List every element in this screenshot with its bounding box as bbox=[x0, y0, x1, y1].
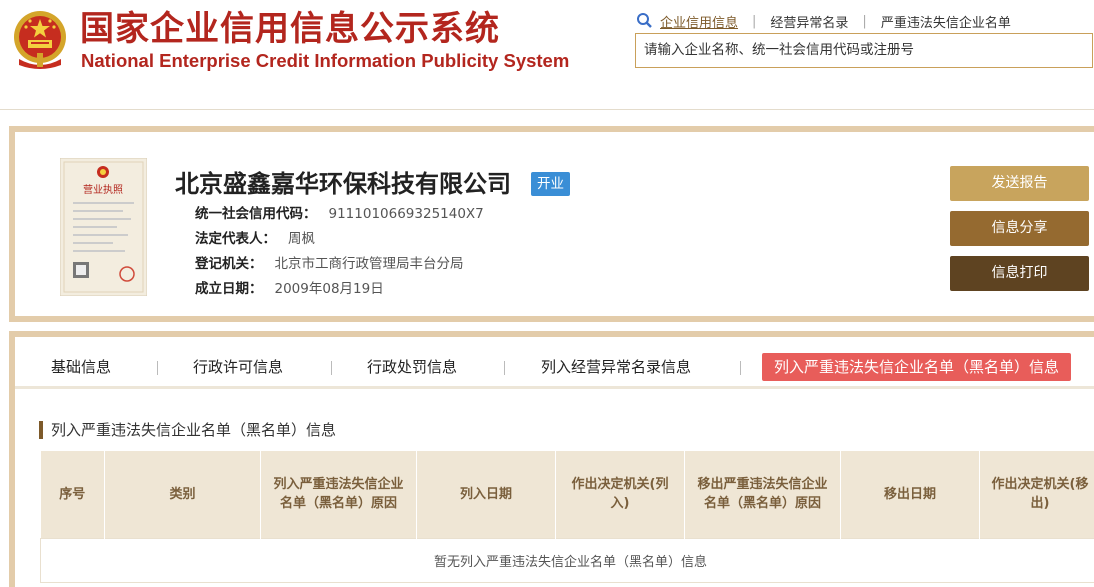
field-label: 统一社会信用代码： bbox=[195, 206, 317, 222]
tab-divider bbox=[504, 361, 505, 375]
nav-link-credit-info[interactable]: 企业信用信息 bbox=[660, 12, 738, 31]
business-license-icon: 营业执照 bbox=[60, 158, 147, 296]
column-header: 移出严重违法失信企业名单（黑名单）原因 bbox=[684, 451, 841, 538]
nav-link-blacklist[interactable]: 严重违法失信企业名单 bbox=[881, 12, 1011, 31]
column-header: 序号 bbox=[40, 451, 105, 538]
info-credit-code: 统一社会信用代码： 9111010669325140X7 bbox=[195, 204, 484, 224]
tab-blacklist[interactable]: 列入严重违法失信企业名单（黑名单）信息 bbox=[762, 353, 1072, 381]
nav-divider: | bbox=[862, 13, 867, 29]
field-value: 周枫 bbox=[288, 231, 315, 247]
company-name: 北京盛鑫嘉华环保科技有限公司 bbox=[175, 170, 511, 198]
tab-divider bbox=[157, 361, 158, 375]
company-card: 营业执照 北京盛鑫嘉华环保科技有限公司 开业 统一社会信用代码： 91110106… bbox=[9, 126, 1094, 322]
send-report-button[interactable]: 发送报告 bbox=[950, 166, 1089, 201]
nav-divider: | bbox=[752, 13, 757, 29]
tab-divider bbox=[331, 361, 332, 375]
tab-abnormal-list[interactable]: 列入经营异常名录信息 bbox=[541, 353, 691, 381]
info-established-date: 成立日期： 2009年08月19日 bbox=[195, 279, 384, 299]
search-input[interactable]: 请输入企业名称、统一社会信用代码或注册号 bbox=[635, 33, 1093, 68]
detail-panel: 基础信息 行政许可信息 行政处罚信息 列入经营异常名录信息 列入严重违法失信企业… bbox=[9, 331, 1094, 587]
license-title: 营业执照 bbox=[83, 183, 123, 196]
field-label: 法定代表人： bbox=[195, 231, 276, 247]
empty-message: 暂无列入严重违法失信企业名单（黑名单）信息 bbox=[40, 537, 1094, 583]
section-title: 列入严重违法失信企业名单（黑名单）信息 bbox=[39, 421, 336, 439]
site-header: 国家企业信用信息公示系统 National Enterprise Credit … bbox=[0, 0, 1094, 110]
tab-admin-penalty[interactable]: 行政处罚信息 bbox=[367, 353, 457, 381]
field-label: 成立日期： bbox=[195, 281, 263, 297]
field-label: 登记机关： bbox=[195, 256, 263, 272]
blacklist-table: 序号 类别 列入严重违法失信企业名单（黑名单）原因 列入日期 作出决定机关(列入… bbox=[40, 451, 1094, 583]
print-info-button[interactable]: 信息打印 bbox=[950, 256, 1089, 291]
share-info-button[interactable]: 信息分享 bbox=[950, 211, 1089, 246]
field-value: 9111010669325140X7 bbox=[328, 206, 484, 222]
column-header: 作出决定机关(列入) bbox=[555, 451, 685, 538]
info-legal-rep: 法定代表人： 周枫 bbox=[195, 229, 315, 249]
table-header-row: 序号 类别 列入严重违法失信企业名单（黑名单）原因 列入日期 作出决定机关(列入… bbox=[40, 451, 1094, 538]
site-subtitle-en: National Enterprise Credit Information P… bbox=[81, 50, 570, 71]
site-title: 国家企业信用信息公示系统 bbox=[80, 9, 500, 49]
field-value: 2009年08月19日 bbox=[274, 281, 384, 297]
top-nav: 企业信用信息 | 经营异常名录 | 严重违法失信企业名单 bbox=[636, 11, 1011, 31]
field-value: 北京市工商行政管理局丰台分局 bbox=[274, 256, 464, 272]
tab-admin-license[interactable]: 行政许可信息 bbox=[193, 353, 283, 381]
nav-link-abnormal-list[interactable]: 经营异常名录 bbox=[770, 12, 848, 31]
info-registration-authority: 登记机关： 北京市工商行政管理局丰台分局 bbox=[195, 254, 464, 274]
tab-basic-info[interactable]: 基础信息 bbox=[51, 353, 111, 381]
column-header: 列入日期 bbox=[416, 451, 556, 538]
tab-divider bbox=[740, 361, 741, 375]
national-emblem-icon bbox=[14, 11, 66, 69]
column-header: 列入严重违法失信企业名单（黑名单）原因 bbox=[260, 451, 417, 538]
column-header: 作出决定机关(移出) bbox=[979, 451, 1094, 538]
search-icon bbox=[637, 13, 652, 28]
column-header: 类别 bbox=[104, 451, 261, 538]
table-row: 暂无列入严重违法失信企业名单（黑名单）信息 bbox=[40, 537, 1094, 583]
column-header: 移出日期 bbox=[840, 451, 980, 538]
status-badge: 开业 bbox=[531, 172, 570, 196]
tab-bar: 基础信息 行政许可信息 行政处罚信息 列入经营异常名录信息 列入严重违法失信企业… bbox=[15, 337, 1094, 389]
